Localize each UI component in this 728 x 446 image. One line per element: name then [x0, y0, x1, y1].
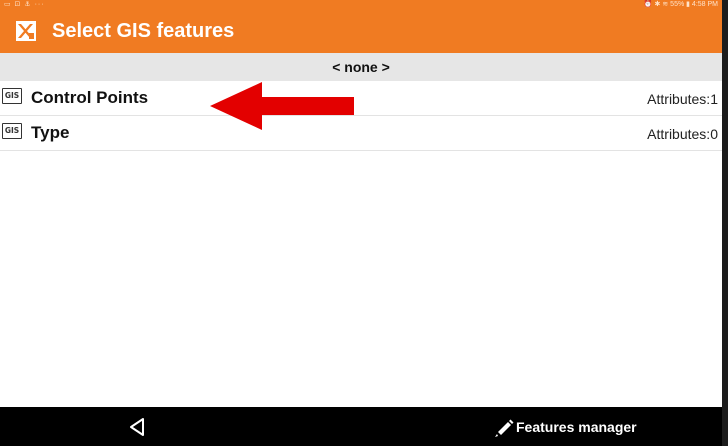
gis-layer-icon: GIS — [2, 123, 22, 139]
gis-layer-icon: GIS — [2, 88, 22, 104]
app-logo-icon — [16, 21, 36, 41]
status-bar-right-info: ⏰ ✱ ≋ 55% ▮ 4:58 PM — [643, 1, 718, 8]
navigation-bar: Features manager — [0, 407, 722, 446]
back-triangle-icon[interactable] — [128, 417, 148, 437]
page-title: Select GIS features — [52, 20, 235, 42]
features-manager-label: Features manager — [516, 419, 637, 435]
app-bar: Select GIS features — [0, 9, 722, 53]
list-item-type[interactable]: GIS Type Attributes:0 — [0, 116, 722, 151]
pencil-icon — [492, 417, 514, 439]
feature-attributes: Attributes:1 — [647, 91, 718, 107]
features-manager-button[interactable]: Features manager — [492, 415, 637, 439]
screen-edge — [722, 0, 728, 446]
none-option[interactable]: < none > — [0, 53, 722, 81]
feature-attributes: Attributes:0 — [647, 126, 718, 142]
list-item-control-points[interactable]: GIS Control Points Attributes:1 — [0, 81, 722, 116]
status-bar-left-icons: ▭ ⊡ ⚓ ··· — [4, 1, 45, 8]
feature-name: Type — [31, 123, 70, 142]
red-arrow-annotation — [210, 82, 354, 130]
features-list: GIS Control Points Attributes:1 GIS Type… — [0, 81, 722, 151]
feature-name: Control Points — [31, 88, 149, 107]
status-bar: ▭ ⊡ ⚓ ··· ⏰ ✱ ≋ 55% ▮ 4:58 PM — [0, 0, 722, 9]
